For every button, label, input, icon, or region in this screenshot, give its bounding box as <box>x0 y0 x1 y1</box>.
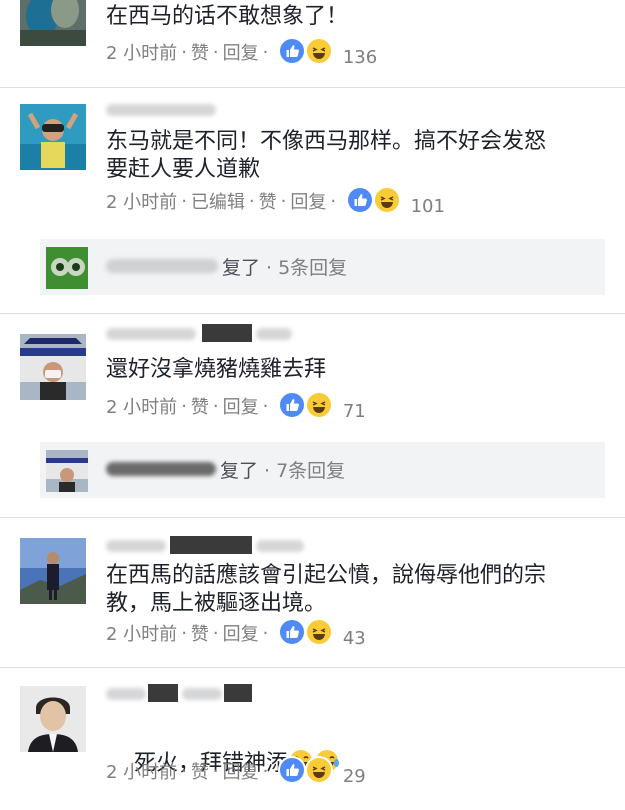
comment-meta: 2 小时前 · 已编辑 · 赞 · 回复 · 101 <box>106 185 445 217</box>
comment-text: 在西马的话不敢想象了！ <box>106 4 349 29</box>
edited-label[interactable]: 已编辑 <box>191 188 245 214</box>
separator: · <box>262 622 269 644</box>
comment-text: 东马就是不同！不像西马那样。搞不好会发怒 要赶人要人道歉 <box>106 129 547 182</box>
reply-summary[interactable]: 复了 · 5条回复 <box>106 251 347 281</box>
reply-link[interactable]: 回复 <box>290 188 326 214</box>
comment-meta: 2 小时前 · 赞 · 回复 · 29 <box>106 755 366 787</box>
thumbs-up-icon <box>346 185 375 214</box>
separator: · <box>248 190 255 212</box>
reply-link[interactable]: 回复 <box>223 393 259 419</box>
separator: · <box>212 760 219 782</box>
comment-meta: 2 小时前 · 赞 · 回复 · 136 <box>106 36 378 68</box>
thumbs-up-icon <box>278 36 307 65</box>
reaction-count: 71 <box>342 400 366 422</box>
reply-count[interactable]: · 5条回复 <box>266 253 347 280</box>
like-link[interactable]: 赞 <box>191 620 209 646</box>
comment-meta: 2 小时前 · 赞 · 回复 · 71 <box>106 390 366 422</box>
reaction-count: 29 <box>342 765 366 787</box>
comment-text: 在西馬的話應該會引起公憤，說侮辱他們的宗 教，馬上被驅逐出境。 <box>106 563 547 616</box>
avatar[interactable] <box>20 538 86 604</box>
separator: · <box>181 395 187 417</box>
laughing-face-icon <box>305 36 334 65</box>
timestamp[interactable]: 2 小时前 <box>106 758 177 784</box>
redacted-author-name[interactable] <box>106 536 306 556</box>
separator: · <box>212 622 219 644</box>
comment: 死火，拜错神添 2 小时前 · 赞 · 回复 · 29 <box>0 668 625 800</box>
laughing-face-icon <box>305 390 334 419</box>
avatar[interactable] <box>20 0 86 46</box>
avatar[interactable] <box>20 686 86 752</box>
reply-avatar <box>46 247 88 289</box>
separator: · <box>262 395 269 417</box>
redacted-replier-name <box>106 259 218 273</box>
reactions[interactable]: 101 <box>346 185 445 217</box>
redacted-replier-name <box>106 462 216 476</box>
comment-meta: 2 小时前 · 赞 · 回复 · 43 <box>106 617 366 649</box>
view-replies-row[interactable]: 复了 · 5条回复 <box>40 239 605 295</box>
reply-summary[interactable]: 复了 · 7条回复 <box>106 454 345 484</box>
comment-text: 還好沒拿燒豬燒雞去拜 <box>106 357 327 382</box>
like-link[interactable]: 赞 <box>191 393 209 419</box>
like-link[interactable]: 赞 <box>259 188 277 214</box>
reaction-count: 43 <box>342 627 366 649</box>
redacted-author-name[interactable] <box>106 324 296 344</box>
separator: · <box>181 622 187 644</box>
reactions[interactable]: 29 <box>278 755 366 787</box>
timestamp[interactable]: 2 小时前 <box>106 620 177 646</box>
separator: · <box>181 41 187 63</box>
timestamp[interactable]: 2 小时前 <box>106 39 177 65</box>
thumbs-up-icon <box>278 755 307 784</box>
laughing-face-icon <box>305 755 334 784</box>
laughing-face-icon <box>305 617 334 646</box>
reply-link[interactable]: 回复 <box>223 758 259 784</box>
like-link[interactable]: 赞 <box>191 758 209 784</box>
reply-count[interactable]: · 7条回复 <box>264 456 345 483</box>
redacted-author-name[interactable] <box>106 684 256 704</box>
avatar[interactable] <box>20 334 86 400</box>
comment: 东马就是不同！不像西马那样。搞不好会发怒 要赶人要人道歉 2 小时前 · 已编辑… <box>0 88 625 314</box>
reactions[interactable]: 136 <box>278 36 378 68</box>
separator: · <box>181 760 187 782</box>
separator: · <box>280 190 287 212</box>
reply-avatar <box>46 450 88 492</box>
reaction-count: 136 <box>342 46 378 68</box>
thumbs-up-icon <box>278 617 307 646</box>
comment: 還好沒拿燒豬燒雞去拜 2 小时前 · 赞 · 回复 · 71 复了 · 7条回复 <box>0 314 625 518</box>
thumbs-up-icon <box>278 390 307 419</box>
replied-text: 复了 <box>220 459 259 482</box>
view-replies-row[interactable]: 复了 · 7条回复 <box>40 442 605 498</box>
separator: · <box>212 41 219 63</box>
reactions[interactable]: 43 <box>278 617 366 649</box>
timestamp[interactable]: 2 小时前 <box>106 188 177 214</box>
reply-link[interactable]: 回复 <box>223 39 259 65</box>
separator: · <box>212 395 219 417</box>
separator: · <box>330 190 337 212</box>
reply-link[interactable]: 回复 <box>223 620 259 646</box>
reaction-count: 101 <box>410 195 445 217</box>
separator: · <box>262 41 269 63</box>
redacted-author-name[interactable] <box>106 100 236 120</box>
replied-text: 复了 <box>222 256 261 279</box>
timestamp[interactable]: 2 小时前 <box>106 393 177 419</box>
laughing-face-icon <box>372 185 401 214</box>
avatar[interactable] <box>20 104 86 170</box>
separator: · <box>262 760 269 782</box>
separator: · <box>181 190 187 212</box>
comment: 在西馬的話應該會引起公憤，說侮辱他們的宗 教，馬上被驅逐出境。 2 小时前 · … <box>0 518 625 668</box>
comment: 在西马的话不敢想象了！ 2 小时前 · 赞 · 回复 · 136 <box>0 0 625 90</box>
reactions[interactable]: 71 <box>278 390 366 422</box>
like-link[interactable]: 赞 <box>191 39 209 65</box>
